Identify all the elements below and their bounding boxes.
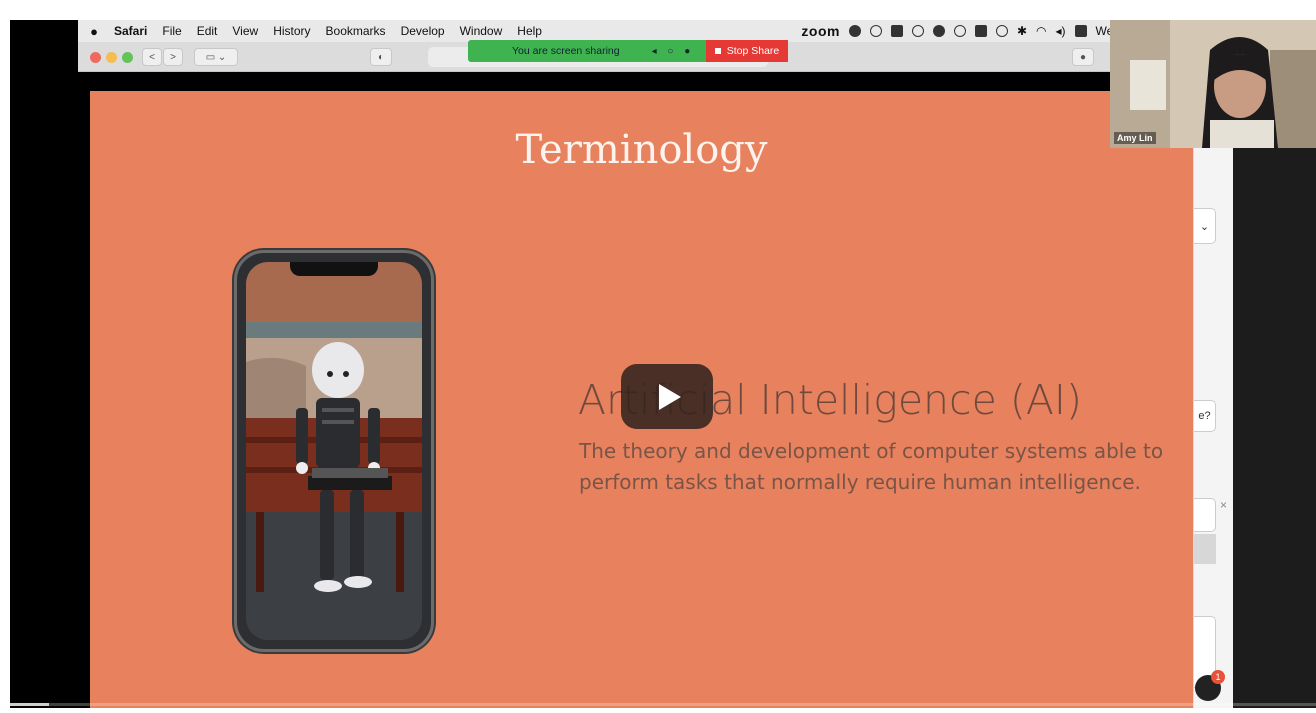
phone-image <box>234 250 434 652</box>
text-field[interactable] <box>1194 498 1216 532</box>
menubar-tray: zoom ✱ ◠ ◂) Wed <box>801 20 1120 42</box>
robot-illustration <box>246 262 422 640</box>
video-frame: ● Safari File Edit View History Bookmark… <box>0 0 1316 713</box>
share-controls-icon[interactable]: ◂ ○ ● <box>652 46 695 57</box>
phone-notch <box>290 262 378 276</box>
creative-cloud-icon <box>932 25 945 37</box>
zoom-label: zoom <box>801 23 840 39</box>
app-icon <box>890 25 903 37</box>
slide-top-strip <box>90 73 1126 91</box>
accessibility-icon <box>911 25 924 37</box>
bluetooth-icon: ✱ <box>1016 24 1028 38</box>
progress-fill <box>10 703 50 706</box>
progress-track[interactable] <box>10 703 1316 706</box>
dropdown-select[interactable]: ⌄ <box>1194 208 1216 244</box>
menu-window: Window <box>459 24 503 38</box>
menu-app-name: Safari <box>114 24 148 38</box>
zoom-window-button[interactable] <box>122 52 133 63</box>
share-message: You are screen sharing <box>512 45 620 57</box>
battery-icon <box>1074 25 1087 37</box>
menu-bookmarks: Bookmarks <box>325 24 386 38</box>
back-button[interactable]: < <box>142 48 162 66</box>
close-icon[interactable]: × <box>1220 498 1227 512</box>
download-icon[interactable]: ● <box>1072 48 1094 66</box>
side-panel: ⌄ e? × <box>1193 148 1233 708</box>
play-button[interactable] <box>621 364 713 429</box>
zoom-share-bar: You are screen sharing ◂ ○ ● Stop Share <box>468 40 846 62</box>
participant-video <box>1110 20 1316 148</box>
wifi-icon: ◠ <box>1036 24 1047 38</box>
apple-icon: ● <box>90 23 98 39</box>
dark-background <box>1233 148 1316 708</box>
forward-button[interactable]: > <box>163 48 183 66</box>
menu-history: History <box>273 24 311 38</box>
close-window-button[interactable] <box>90 52 101 63</box>
sidebar-toggle-icon[interactable]: ▭ ⌄ <box>194 48 238 66</box>
robot-photo <box>246 262 422 640</box>
video-player[interactable]: ● Safari File Edit View History Bookmark… <box>10 20 1316 708</box>
volume-icon: ◂) <box>1055 24 1066 38</box>
zoom-status-icon <box>848 25 861 37</box>
chat-badge: 1 <box>1211 670 1225 684</box>
menu-develop: Develop <box>400 24 445 38</box>
stop-share-label: Stop Share <box>726 45 780 57</box>
gear-icon <box>869 25 882 37</box>
airplay-icon <box>974 25 987 37</box>
play-icon <box>658 383 681 410</box>
slide-title: Terminology <box>515 127 768 173</box>
menu-view: View <box>232 24 259 38</box>
stop-share-button[interactable]: Stop Share <box>706 40 788 62</box>
mac-menubar: ● Safari File Edit View History Bookmark… <box>78 20 1126 42</box>
menu-help: Help <box>517 24 542 38</box>
share-status: You are screen sharing ◂ ○ ● <box>468 40 706 62</box>
privacy-shield-icon[interactable]: ◐ <box>370 48 392 66</box>
globe-icon <box>953 25 966 37</box>
menu-edit: Edit <box>196 24 218 38</box>
participant-name: Amy Lin <box>1114 132 1156 144</box>
time-machine-icon <box>995 25 1008 37</box>
disabled-button[interactable] <box>1194 534 1216 564</box>
menu-file: File <box>162 24 182 38</box>
webcam-tile: Amy Lin <box>1110 20 1316 148</box>
stop-icon <box>714 48 721 54</box>
ai-description: The theory and development of computer s… <box>579 439 1164 494</box>
question-field[interactable]: e? <box>1194 400 1216 432</box>
minimize-window-button[interactable] <box>106 52 117 63</box>
